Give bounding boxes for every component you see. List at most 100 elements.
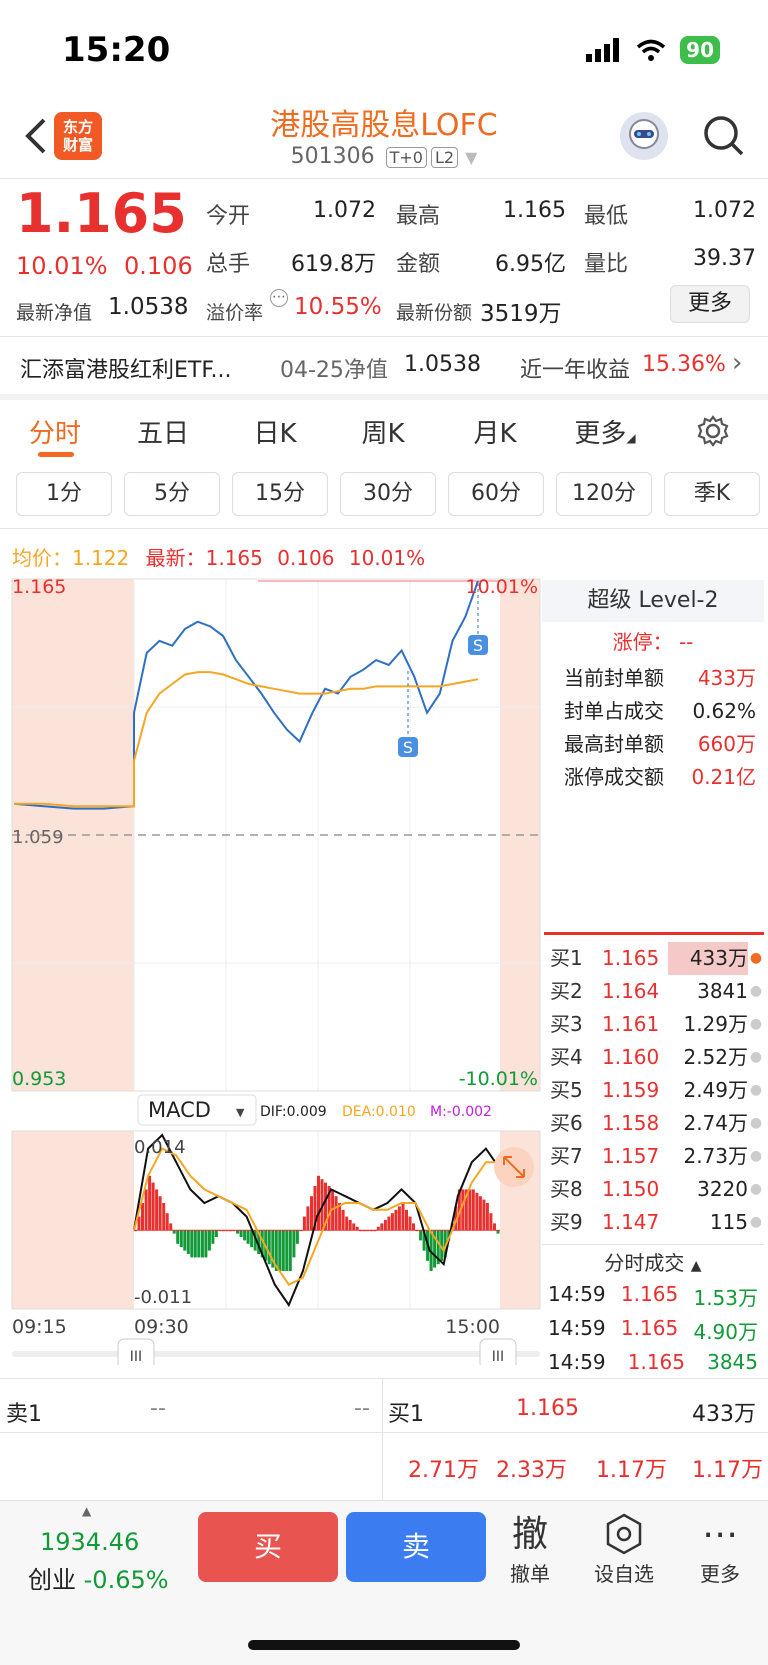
macd-bar (197, 1230, 201, 1258)
sell-button[interactable]: 卖 (346, 1512, 486, 1582)
index-name[interactable]: 创业 -0.65% (28, 1560, 169, 1595)
macd-bar (288, 1230, 292, 1271)
macd-bar (461, 1189, 465, 1231)
minute-30[interactable]: 30分 (340, 472, 436, 516)
macd-bar (401, 1203, 405, 1231)
ratio-label: 量比 (584, 252, 629, 277)
premium-label: 溢价率 (206, 302, 264, 324)
minute-1[interactable]: 1分 (16, 472, 112, 516)
book-row[interactable]: 买1 1.165 433万 ● (542, 942, 764, 975)
book-row[interactable]: 买9 1.147 115 ● (542, 1206, 764, 1239)
more-dots-icon: ⋯ (702, 1514, 738, 1555)
caret-up-icon[interactable]: ▲ (82, 1504, 91, 1518)
info-icon[interactable]: ⋯ (270, 289, 288, 307)
sell1-volume: -- (354, 1396, 370, 1421)
macd-bar (243, 1230, 247, 1241)
macd-bar (376, 1226, 380, 1231)
book-row[interactable]: 买8 1.150 3220 ● (542, 1173, 764, 1206)
high-label: 最高 (396, 204, 441, 229)
dropdown-icon[interactable]: ▼ (465, 148, 477, 167)
m-label: M:-0.002 (430, 1104, 492, 1120)
tab-more[interactable]: 更多◢ (560, 413, 650, 450)
quarter-k[interactable]: 季K (664, 472, 760, 516)
level2-row: 当前封单额 433万 (564, 666, 756, 690)
macd-bar (390, 1213, 394, 1231)
cancel-order-button[interactable]: 撤 撤单 (490, 1512, 570, 1587)
book-row[interactable]: 买7 1.157 2.73万 ● (542, 1140, 764, 1173)
open-label: 今开 (206, 204, 251, 229)
tab-weekly-k[interactable]: 周K (338, 413, 428, 450)
tab-intraday[interactable]: 分时 (10, 413, 100, 450)
wifi-icon (637, 39, 666, 61)
fund-info-row[interactable]: 汇添富港股红利ETF... 04-25净值 1.0538 近一年收益 15.36… (0, 342, 768, 390)
macd-bar (158, 1196, 162, 1231)
book-row[interactable]: 买3 1.161 1.29万 ● (542, 1008, 764, 1041)
queue-item: 2.33万 (496, 1458, 567, 1483)
macd-bar (352, 1223, 356, 1231)
search-icon[interactable] (700, 112, 748, 160)
macd-bar (204, 1230, 208, 1258)
macd-bar (144, 1189, 148, 1231)
minute-15[interactable]: 15分 (232, 472, 328, 516)
level2-title[interactable]: 超级 Level-2 (542, 580, 764, 622)
macd-bar (355, 1226, 359, 1231)
robot-assistant-icon[interactable] (620, 112, 668, 160)
minute-60[interactable]: 60分 (448, 472, 544, 516)
time-start-label: 09:15 (12, 1316, 67, 1338)
nav-value: 1.0538 (108, 294, 189, 320)
more-quote-button[interactable]: 更多 (670, 285, 750, 323)
current-price: 1.165 (16, 182, 187, 245)
dea-label: DEA:0.010 (342, 1104, 416, 1120)
macd-bar (155, 1189, 159, 1231)
y-top-label: 1.165 (12, 576, 66, 598)
macd-bar (334, 1196, 338, 1231)
tab-five-day[interactable]: 五日 (118, 413, 208, 450)
trades-header[interactable]: 分时成交 ▲ (542, 1244, 764, 1280)
book-row[interactable]: 买5 1.159 2.49万 ● (542, 1074, 764, 1107)
home-indicator (248, 1640, 520, 1650)
macd-bar (193, 1230, 197, 1258)
amount-label: 金额 (396, 252, 441, 277)
macd-top-label: 0.014 (134, 1137, 186, 1158)
book-row[interactable]: 买4 1.160 2.52万 ● (542, 1041, 764, 1074)
macd-bar (383, 1220, 387, 1231)
s-marker-1[interactable]: S (398, 671, 418, 757)
index-value[interactable]: 1934.46 (40, 1528, 139, 1556)
macd-bar (176, 1230, 180, 1244)
dif-line (133, 1133, 501, 1308)
svg-text:S: S (403, 738, 413, 757)
macd-bar (246, 1230, 250, 1244)
y-bottom-label: 0.953 (12, 1068, 66, 1090)
fund-nav-date: 04-25净值 (280, 358, 388, 383)
buy-button[interactable]: 买 (198, 1512, 338, 1582)
macd-bar (306, 1206, 310, 1231)
t0-tag: T+0 (385, 146, 427, 168)
minute-120[interactable]: 120分 (556, 472, 652, 516)
book-row[interactable]: 买2 1.164 3841 ● (542, 975, 764, 1008)
macd-bar (489, 1213, 493, 1231)
level2-row: 封单占成交 0.62% (564, 699, 756, 723)
macd-bar (285, 1230, 289, 1271)
buy1-volume: 433万 (692, 1402, 756, 1427)
chart-info-line: 均价：1.122 最新：1.165 0.106 10.01% (12, 546, 426, 570)
macd-bar (397, 1206, 401, 1231)
order-book: 买1 1.165 433万 ● 买2 1.164 3841 ● 买3 1.161 1.29万 ● … (542, 942, 764, 1239)
shares-value: 3519万 (480, 301, 562, 327)
minute-5[interactable]: 5分 (124, 472, 220, 516)
limit-up-row: 涨停： -- (612, 630, 694, 654)
y-mid-label: 1.059 (12, 827, 64, 848)
tab-daily-k[interactable]: 日K (230, 413, 320, 450)
stock-code: 501306 (290, 144, 375, 169)
queue-item: 2.71万 (408, 1458, 479, 1483)
trade-row: 14:59 1.165 1.53万 (548, 1282, 758, 1310)
macd-bar (169, 1223, 173, 1231)
tab-monthly-k[interactable]: 月K (450, 413, 540, 450)
macd-bar (482, 1199, 486, 1231)
settings-gear-icon[interactable] (696, 414, 730, 448)
add-watchlist-button[interactable]: 设自选 (584, 1512, 664, 1587)
macd-bar (278, 1230, 282, 1271)
sell1-label: 卖1 (6, 1402, 42, 1427)
more-button[interactable]: ⋯ 更多 (680, 1512, 760, 1587)
book-row[interactable]: 买6 1.158 2.74万 ● (542, 1107, 764, 1140)
svg-text:III: III (130, 1349, 142, 1365)
